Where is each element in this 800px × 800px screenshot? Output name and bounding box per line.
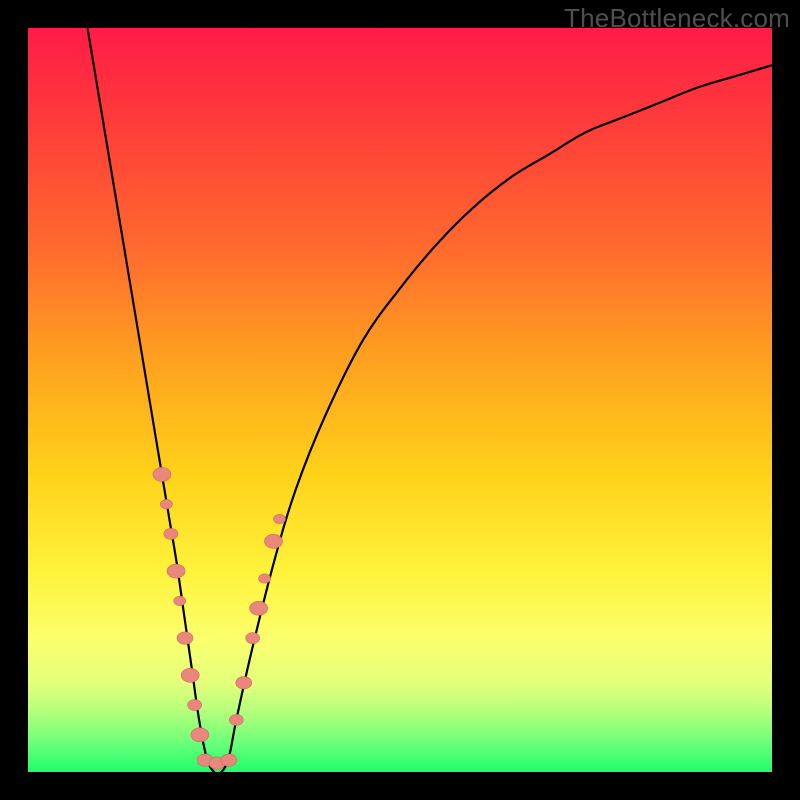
chart-frame: TheBottleneck.com [0, 0, 800, 800]
data-marker [174, 596, 186, 605]
plot-area [28, 28, 772, 772]
data-marker [167, 564, 185, 578]
data-marker [160, 499, 172, 508]
data-marker [188, 700, 202, 711]
data-marker [250, 601, 268, 615]
data-marker [236, 677, 252, 689]
data-marker [177, 632, 193, 644]
data-marker [229, 714, 243, 725]
curve-svg [28, 28, 772, 772]
data-markers [153, 467, 286, 769]
data-marker [164, 528, 178, 539]
data-marker [153, 467, 171, 481]
data-marker [273, 514, 285, 523]
data-marker [246, 633, 260, 644]
data-marker [265, 534, 283, 548]
data-marker [181, 668, 199, 682]
bottleneck-curve [88, 28, 772, 772]
data-marker [221, 754, 237, 766]
data-marker [191, 728, 209, 742]
data-marker [259, 574, 271, 583]
